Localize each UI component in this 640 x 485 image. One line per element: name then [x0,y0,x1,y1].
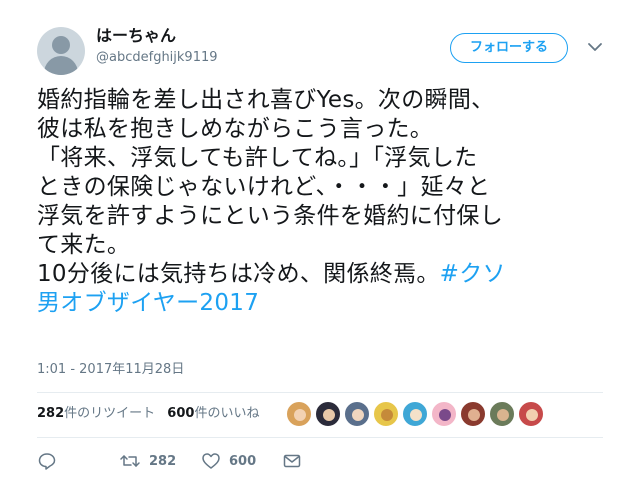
avatar-shoulders [44,56,78,75]
tweet-header: はーちゃん @abcdefghijk9119 フォローする [0,0,640,86]
tweet-line-text: 10分後には気持ちは冷め、関係終焉。 [37,261,440,287]
retweet-stat[interactable]: 282件のリツイート [37,404,155,424]
liker-avatar[interactable] [286,401,312,427]
liker-avatar[interactable] [518,401,544,427]
reply-button[interactable] [37,449,57,473]
reply-icon [38,453,56,470]
tweet-timestamp[interactable]: 1:01 - 2017年11月28日 [37,362,184,378]
avatar[interactable] [37,27,85,75]
retweet-button[interactable]: 282 [119,449,176,473]
tweet-line: 「将来、浮気しても許してね。」「浮気した [37,145,478,171]
liker-avatar[interactable] [315,401,341,427]
heart-icon [202,453,220,469]
liker-avatar[interactable] [344,401,370,427]
liker-avatar-face [323,409,335,421]
display-name[interactable]: はーちゃん [96,26,176,46]
tweet-stats: 282件のリツイート 600件のいいね [37,404,267,424]
retweet-count: 282 [149,453,177,469]
divider [37,392,603,393]
hashtag-link[interactable]: #クソ [440,261,506,287]
liker-avatar-face [294,409,306,421]
liker-avatar[interactable] [402,401,428,427]
direct-message-button[interactable] [282,449,302,473]
tweet-line-hashtag: 男オブザイヤー2017 [37,289,607,318]
tweet-text: 婚約指輪を差し出され喜びYes。次の瞬間、 彼は私を抱きしめながらこう言った。 … [37,86,607,318]
tweet-line-with-hashtag: 10分後には気持ちは冷め、関係終焉。#クソ [37,260,607,289]
liker-avatar-face [381,409,393,421]
retweet-stat-count: 282 [37,406,65,421]
liker-avatar-face [497,409,509,421]
liker-avatar[interactable] [489,401,515,427]
liker-avatar-face [439,409,451,421]
chevron-down-icon[interactable] [584,36,606,58]
avatar-head [52,36,70,54]
follow-button[interactable]: フォローする [450,33,568,63]
envelope-icon [283,454,301,468]
liker-avatar[interactable] [373,401,399,427]
liker-avatar-face [468,409,480,421]
tweet-line: て来た。 [37,232,131,258]
liker-avatar-face [352,409,364,421]
liker-avatar[interactable] [460,401,486,427]
tweet-line: ときの保険じゃないけれど、・・・」延々と [37,174,491,200]
liker-avatar-face [526,409,538,421]
like-stat[interactable]: 600件のいいね [167,404,259,424]
tweet-line: 彼は私を抱きしめながらこう言った。 [37,116,434,142]
retweet-stat-label: 件のリツイート [64,406,156,421]
like-button[interactable]: 600 [201,449,256,473]
liker-avatar[interactable] [431,401,457,427]
like-count: 600 [229,453,257,469]
tweet-line: 浮気を許すようにという条件を婚約に付保し [37,203,503,229]
hashtag-link[interactable]: 男オブザイヤー2017 [37,290,259,316]
like-stat-count: 600 [167,406,195,421]
tweet-line: 婚約指輪を差し出され喜びYes。次の瞬間、 [37,87,495,113]
divider [37,437,603,438]
liker-avatar-face [410,409,422,421]
like-stat-label: 件のいいね [194,406,260,421]
retweet-icon [120,455,140,467]
user-handle[interactable]: @abcdefghijk9119 [96,50,218,66]
